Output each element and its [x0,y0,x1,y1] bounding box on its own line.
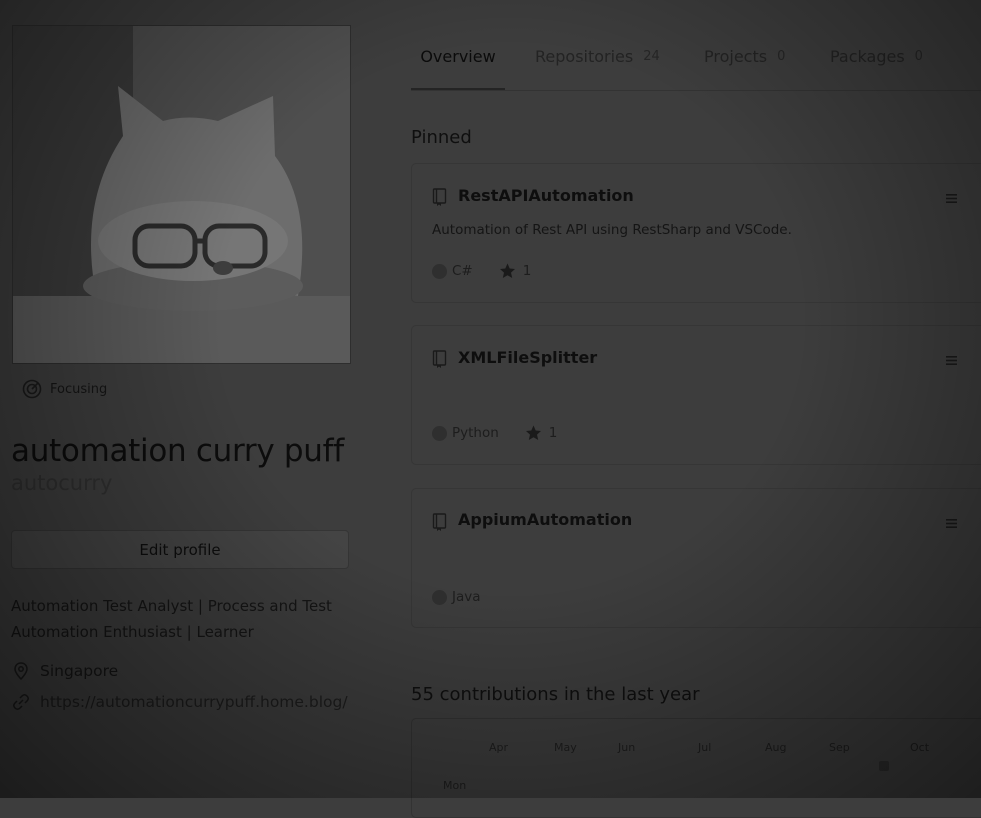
tab-count: 24 [643,49,660,64]
tab-label: Projects [704,47,768,66]
tab-label: Overview [420,47,496,66]
month-label: Oct [910,741,930,754]
profile-location: Singapore [11,661,118,681]
pinned-repo-card: RestAPIAutomation Automation of Rest API… [411,163,981,303]
drag-handle-icon[interactable] [946,356,957,365]
pinned-title: Pinned [411,127,472,148]
repo-book-icon [432,513,447,531]
month-label: Sep [829,741,850,754]
contribution-graph [411,718,981,818]
month-label: Jun [618,741,636,754]
repo-name-link[interactable]: AppiumAutomation [458,510,632,529]
drag-handle-icon[interactable] [946,519,957,528]
repo-book-icon [432,350,447,368]
star-icon [499,263,515,278]
repo-language: C# [452,263,473,279]
language-color-dot [432,263,447,279]
tab-overview[interactable]: Overview [411,38,505,91]
tab-label: Packages [830,47,905,66]
repo-stars[interactable]: 1 [499,263,532,279]
repo-meta: Python 1 [432,425,557,441]
repo-meta: Java [432,589,481,605]
repo-language: Python [452,425,499,441]
repo-name-link[interactable]: RestAPIAutomation [458,186,634,205]
month-label: Jul [698,741,712,754]
language-color-dot [432,425,447,441]
repo-book-icon [432,188,447,206]
weekday-label: Mon [443,779,467,792]
language-color-dot [432,589,447,605]
drag-handle-icon[interactable] [946,194,957,203]
tabs-divider [411,90,981,91]
pinned-repo-card: AppiumAutomation Java [411,488,981,628]
user-status[interactable]: Focusing [22,377,107,401]
website-link[interactable]: https://automationcurrypuff.home.blog/ [40,693,348,711]
profile-website[interactable]: https://automationcurrypuff.home.blog/ [11,692,348,712]
avatar[interactable] [12,25,351,364]
month-label: Aug [765,741,787,754]
star-icon [525,425,541,440]
repo-language: Java [452,589,481,605]
repo-meta: C# 1 [432,263,531,279]
tab-projects[interactable]: Projects 0 [704,38,785,90]
repo-name-link[interactable]: XMLFileSplitter [458,348,597,367]
contributions-title: 55 contributions in the last year [411,684,700,705]
pinned-repo-card: XMLFileSplitter Python 1 [411,325,981,465]
map-pin-icon [14,662,28,681]
repo-description: Automation of Rest API using RestSharp a… [432,222,792,238]
month-label: May [554,741,577,754]
tab-packages[interactable]: Packages 0 [830,38,923,90]
status-text: Focusing [50,381,108,397]
month-label: Apr [489,741,509,754]
profile-bio: Automation Test Analyst | Process and Te… [11,597,332,641]
tab-label: Repositories [535,47,634,66]
contribution-cell[interactable] [879,761,889,771]
star-count: 1 [548,425,558,441]
tab-repositories[interactable]: Repositories 24 [535,38,660,90]
profile-full-name: automation curry puff [11,433,344,469]
link-icon [13,694,29,710]
location-text: Singapore [40,662,119,680]
star-count: 1 [522,263,532,279]
profile-username: autocurry [11,471,113,495]
edit-profile-button[interactable]: Edit profile [11,530,349,569]
focus-target-icon [22,379,42,399]
repo-stars[interactable]: 1 [525,425,558,441]
tab-count: 0 [777,49,786,64]
avatar-image [13,26,350,363]
tab-count: 0 [914,49,923,64]
